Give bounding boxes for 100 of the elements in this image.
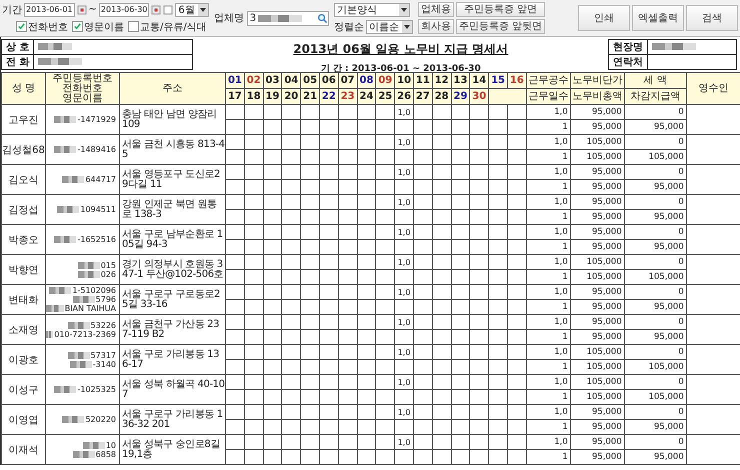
day-header: 01 [226,72,244,88]
day-header: 05 [300,72,320,88]
checkbox[interactable]: 영문이름 [72,20,124,34]
work-days-value: 1 [562,422,568,432]
column-header: 근무일수 [526,88,570,104]
id-cell: -3140 [92,360,116,368]
day-header: 09 [376,72,395,88]
unit-price-value: 105,000 [586,347,622,357]
action-button[interactable]: 검색 [686,5,738,31]
sort-select[interactable]: 이름순 [366,20,413,34]
id-cell: -1471929 [77,115,116,124]
month-select[interactable]: 6월 [175,2,209,16]
checkbox-icon[interactable] [163,4,174,14]
blurred-text [46,330,54,338]
sort-label: 정렬순 [334,20,364,34]
address-cell: 서울 금천 시흥동 813-45 [120,134,226,164]
id-cell: 6858 [96,450,116,458]
net-pay-value: 105,000 [648,272,684,282]
caret-icon[interactable] [198,4,208,16]
action-button[interactable]: 엑셀출력 [632,5,684,31]
day-header: 15 [488,72,508,88]
name-cell: 박향연 [2,254,46,284]
blurred-text [72,450,95,458]
name-cell: 변태화 [2,284,46,314]
id-cell: 644717 [85,175,116,184]
name-cell: 고우진 [2,104,46,134]
phone-label: 전 화 [2,54,34,70]
attendance-value: 1,0 [398,168,410,176]
caret-icon[interactable] [402,20,412,32]
work-days-value: 1 [562,452,568,462]
checkbox[interactable]: 교통/유류/식대 [128,20,207,34]
name-cell: 이영엽 [2,404,46,434]
column-header: 노무비단가 [570,72,624,88]
tax-value: 0 [678,167,684,177]
total-pay-value: 105,000 [586,152,622,162]
tax-value: 0 [678,437,684,447]
attendance-value: 1,0 [398,288,410,296]
total-pay-value: 95,000 [592,422,622,432]
name-cell: 김정섭 [2,194,46,224]
caret-icon[interactable] [398,4,409,16]
attendance-value: 1,0 [398,318,410,326]
total-pay-value: 95,000 [592,332,622,342]
attendance-value: 1,0 [398,108,410,116]
day-header: 16 [507,72,526,88]
day-header: 06 [319,72,338,88]
blurred-text [652,42,696,50]
work-units-value: 1,0 [554,107,568,117]
name-cell: 이성구 [2,374,46,404]
calendar-icon[interactable] [151,4,162,14]
id-cell: 1-5102096 [72,286,116,295]
tax-value: 0 [678,197,684,207]
unit-price-value: 95,000 [592,407,622,417]
total-pay-value: 95,000 [592,242,622,252]
company-field[interactable]: 3 [246,10,329,26]
blurred-text [72,296,95,303]
statement-period: 기 간 : 2013-06-01 ~ 2013-06-30 [320,63,482,75]
blurred-text [38,42,72,50]
total-pay-value: 105,000 [586,272,622,282]
action-button[interactable]: 인쇄 [578,5,630,31]
unit-price-value: 95,000 [592,107,622,117]
form-button[interactable]: 주민등록증 앞뒷면 [456,19,545,34]
net-pay-value: 105,000 [648,362,684,372]
blurred-text [54,386,76,393]
id-cell: 10 [106,440,116,450]
column-header: 전화번호 [62,82,102,94]
id-cell: 57317 [90,350,116,360]
work-units-value: 1,0 [554,347,568,357]
work-days-value: 1 [562,152,568,162]
id-cell: BIAN TAIHUA [64,304,116,313]
blurred-text [54,116,76,123]
id-cell: 1094511 [80,205,116,214]
column-header: 성 명 [2,72,46,104]
check-icon [17,22,26,31]
blurred-text [78,270,100,278]
calendar-icon[interactable] [76,4,86,14]
net-pay-value: 95,000 [654,452,684,462]
checkbox[interactable]: 전화번호 [16,20,68,34]
end-date-field[interactable]: 2013-06-30 [98,2,150,16]
form-button[interactable]: 회사용 [418,19,454,34]
search-icon[interactable] [316,12,328,24]
column-header: 근무공수 [526,72,570,88]
day-header: 03 [263,72,282,88]
id-cell: -1489416 [77,145,116,154]
id-cell: 010-7213-2369 [54,330,116,338]
form-select[interactable]: 기본양식 [334,2,410,16]
blurred-text [70,360,92,368]
check-icon [73,22,82,31]
name-cell: 김성철68 [2,134,46,164]
net-pay-value: 95,000 [654,422,684,432]
form-button[interactable]: 주민등록증 앞면 [456,2,545,17]
start-date-field[interactable]: 2013-06-01 [24,2,74,16]
contact-label: 연락처 [608,54,648,70]
attendance-value: 1,0 [398,348,410,356]
work-days-value: 1 [562,392,568,402]
form-button[interactable]: 업체용 [418,2,454,17]
blurred-text [57,206,80,213]
blurred-text [62,416,84,423]
address-cell: 서울 구로구 가리봉동 136-32 201 [120,404,226,434]
work-units-value: 1,0 [554,257,568,267]
attendance-value: 1,0 [398,258,410,266]
